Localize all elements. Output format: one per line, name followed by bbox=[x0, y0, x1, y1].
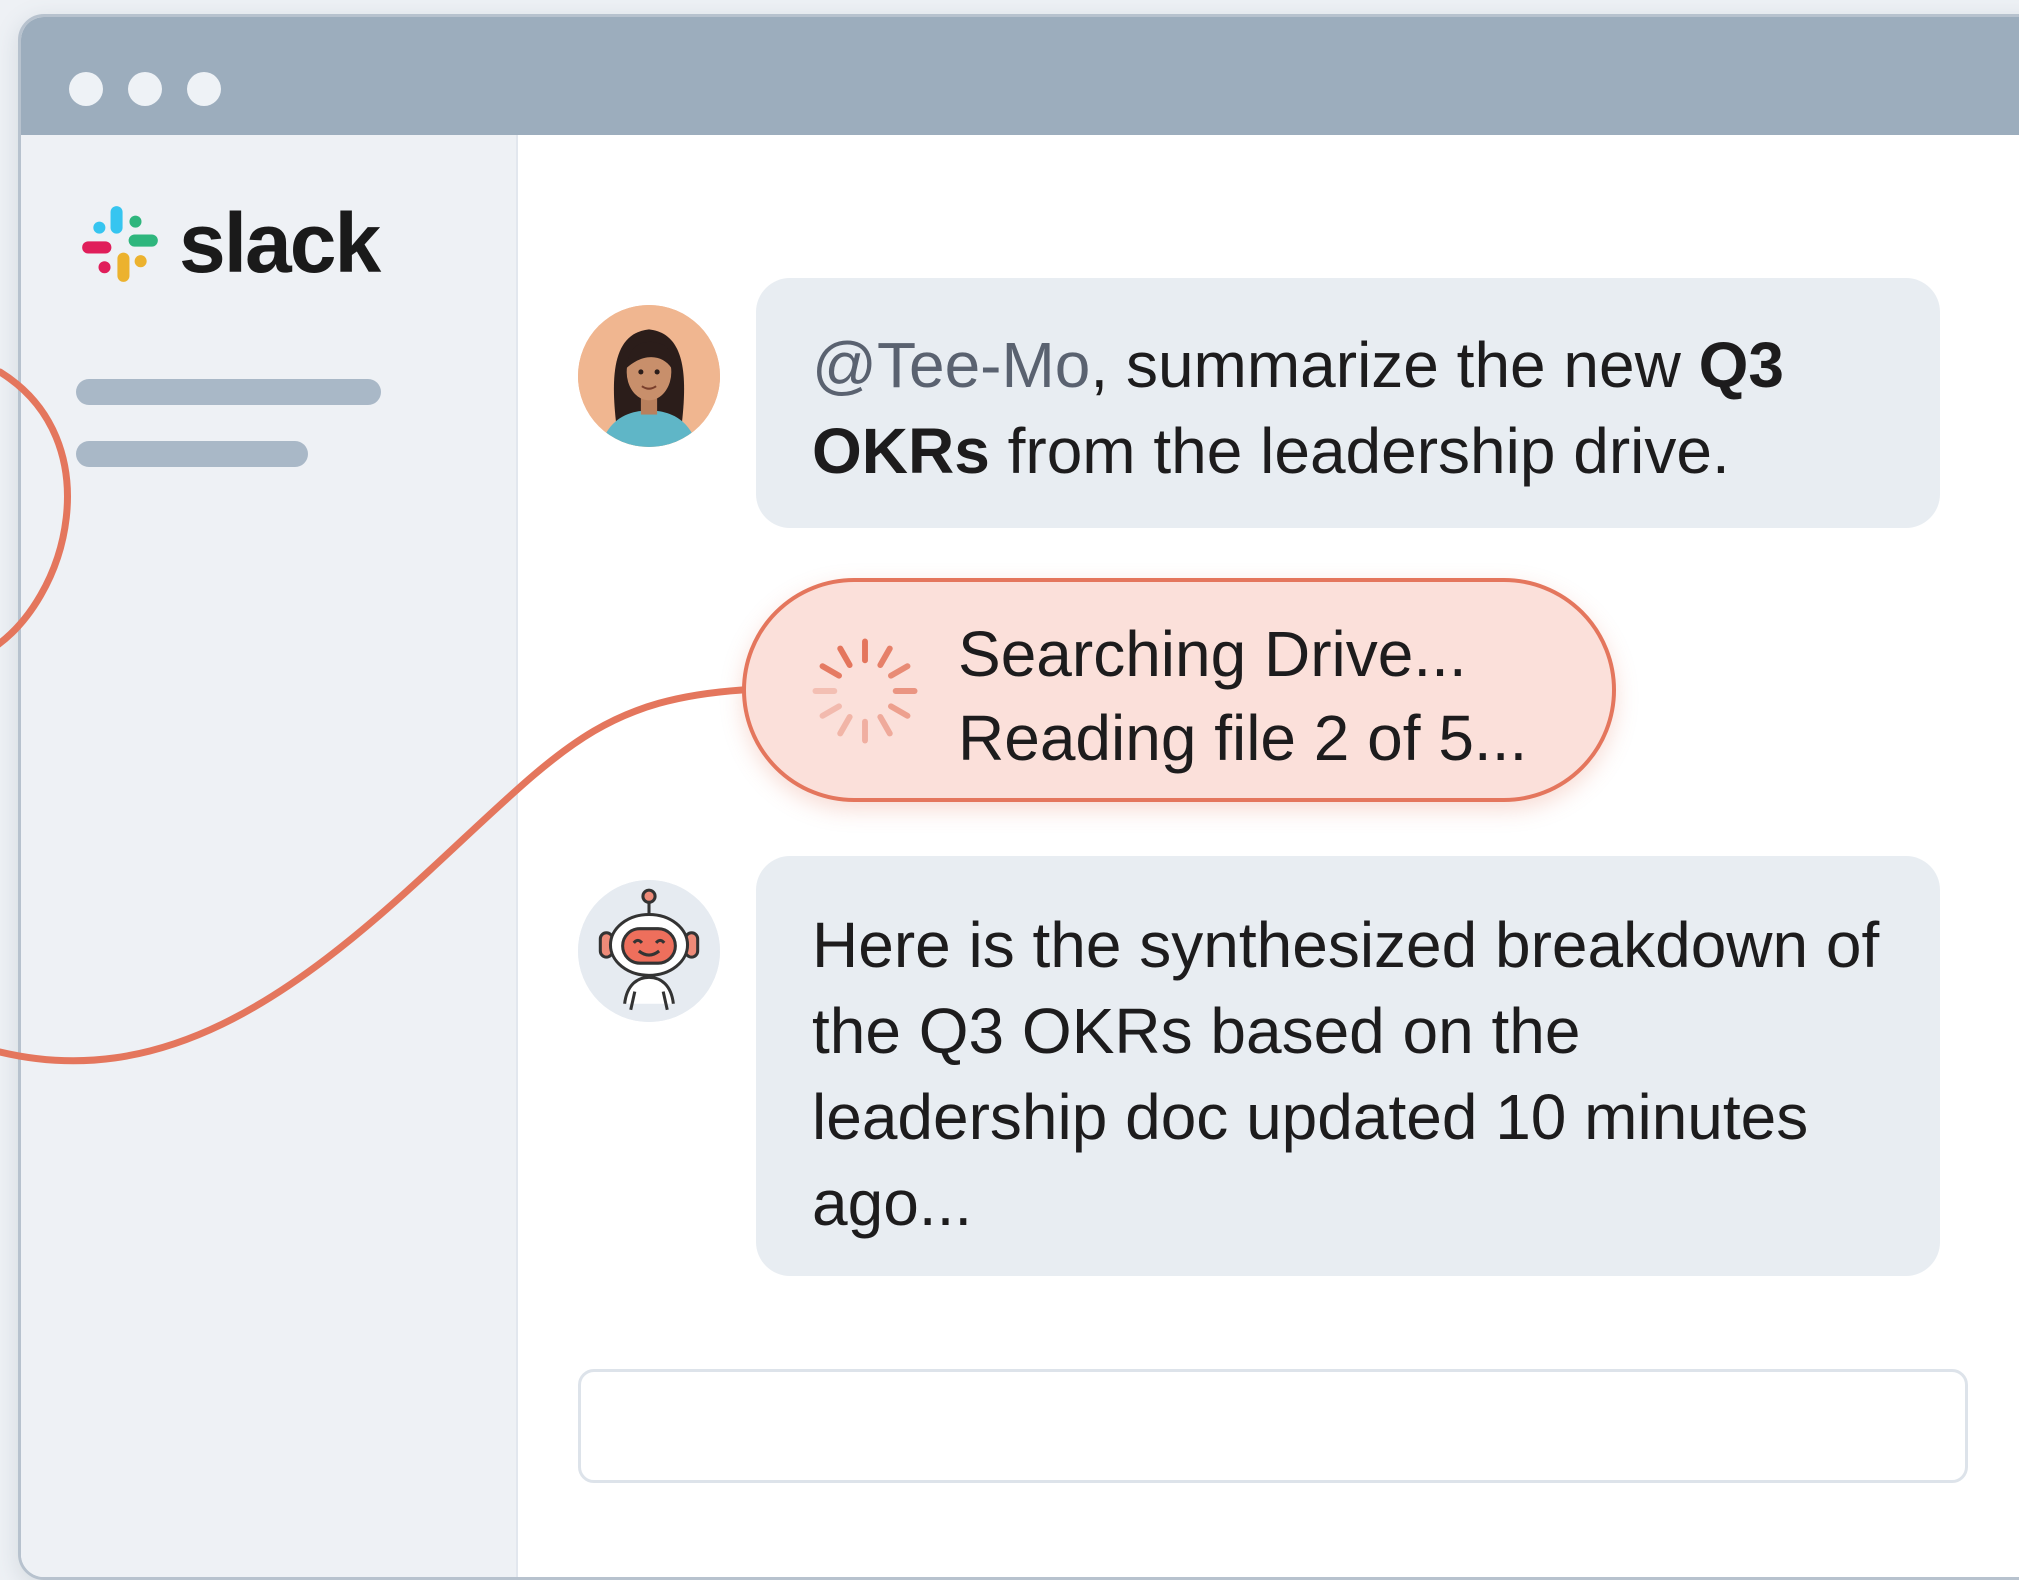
bot-message-bubble: Here is the synthesized breakdown of the… bbox=[756, 856, 1940, 1276]
bot-status-indicator: Searching Drive... Reading file 2 of 5..… bbox=[742, 578, 1616, 802]
sidebar: slack bbox=[21, 135, 518, 1577]
sidebar-item-placeholder[interactable] bbox=[76, 441, 308, 467]
window-control-minimize[interactable] bbox=[128, 72, 162, 106]
mention-tee-mo[interactable]: @Tee-Mo bbox=[812, 329, 1090, 401]
woman-avatar-icon bbox=[578, 305, 720, 447]
window-titlebar bbox=[21, 17, 2019, 135]
bot-message-text: Here is the synthesized breakdown of the… bbox=[812, 909, 1880, 1239]
status-line-reading: Reading file 2 of 5... bbox=[958, 702, 1528, 774]
user-avatar[interactable] bbox=[578, 305, 720, 447]
logo-wordmark: slack bbox=[179, 196, 381, 290]
slack-logo-icon bbox=[82, 205, 158, 282]
user-message-bubble: @Tee-Mo, summarize the new Q3 OKRs from … bbox=[756, 278, 1940, 528]
loading-spinner-icon bbox=[812, 638, 918, 744]
bot-avatar[interactable] bbox=[578, 880, 720, 1022]
window-control-close[interactable] bbox=[69, 72, 103, 106]
message-text: , summarize the new bbox=[1090, 329, 1699, 401]
app-logo: slack bbox=[77, 195, 381, 292]
status-line-searching: Searching Drive... bbox=[958, 618, 1467, 690]
window-control-maximize[interactable] bbox=[187, 72, 221, 106]
message-input[interactable] bbox=[578, 1369, 1968, 1483]
message-text-end: from the leadership drive. bbox=[989, 415, 1730, 487]
robot-avatar-icon bbox=[578, 880, 720, 1022]
sidebar-item-placeholder[interactable] bbox=[76, 379, 381, 405]
